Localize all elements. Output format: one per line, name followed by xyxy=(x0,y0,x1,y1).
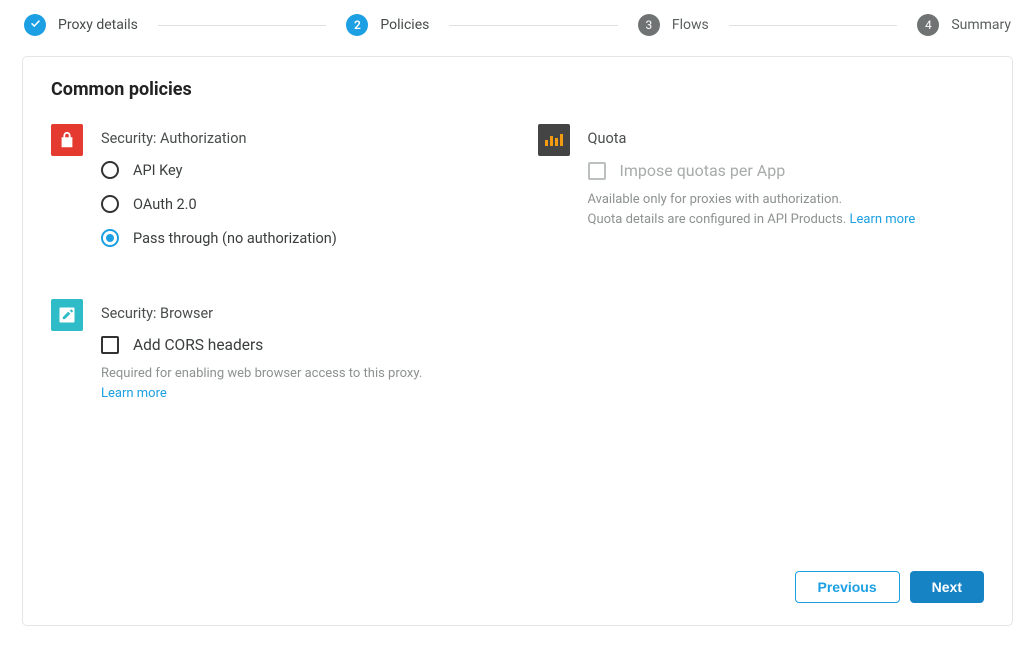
next-button[interactable]: Next xyxy=(910,571,984,603)
step-label: Policies xyxy=(380,17,429,33)
lock-icon xyxy=(51,124,83,156)
security-browser-section: Security: Browser Add CORS headers Requi… xyxy=(51,299,498,403)
learn-more-link[interactable]: Learn more xyxy=(101,386,167,401)
step-policies[interactable]: 2 Policies xyxy=(346,14,429,36)
radio-icon xyxy=(101,161,119,179)
step-number-icon: 4 xyxy=(917,14,939,36)
right-column: Quota Impose quotas per App Available on… xyxy=(538,124,985,439)
step-label: Summary xyxy=(951,17,1011,33)
step-proxy-details[interactable]: Proxy details xyxy=(24,14,138,36)
radio-label: API Key xyxy=(133,162,183,179)
radio-label: OAuth 2.0 xyxy=(133,196,197,213)
check-icon xyxy=(24,14,46,36)
step-flows[interactable]: 3 Flows xyxy=(638,14,709,36)
page-title: Common policies xyxy=(51,79,984,100)
radio-label: Pass through (no authorization) xyxy=(133,230,337,247)
radio-passthrough[interactable]: Pass through (no authorization) xyxy=(101,229,498,247)
step-connector xyxy=(158,25,327,26)
content-grid: Security: Authorization API Key OAuth 2.… xyxy=(51,124,984,439)
checkbox-icon xyxy=(101,336,119,354)
checkbox-add-cors[interactable]: Add CORS headers xyxy=(101,336,498,354)
checkbox-label: Add CORS headers xyxy=(133,336,263,354)
pencil-icon xyxy=(51,299,83,331)
wizard-stepper: Proxy details 2 Policies 3 Flows 4 Summa… xyxy=(22,14,1013,36)
left-column: Security: Authorization API Key OAuth 2.… xyxy=(51,124,498,439)
previous-button[interactable]: Previous xyxy=(795,571,900,603)
bar-chart-icon xyxy=(538,124,570,156)
step-summary[interactable]: 4 Summary xyxy=(917,14,1011,36)
radio-icon xyxy=(101,229,119,247)
radio-oauth[interactable]: OAuth 2.0 xyxy=(101,195,498,213)
section-title: Security: Authorization xyxy=(101,124,498,147)
helper-text: Available only for proxies with authoriz… xyxy=(588,190,985,229)
step-connector xyxy=(449,25,618,26)
step-label: Proxy details xyxy=(58,17,138,33)
checkbox-impose-quotas: Impose quotas per App xyxy=(588,161,985,180)
checkbox-label: Impose quotas per App xyxy=(620,161,786,180)
step-number-icon: 3 xyxy=(638,14,660,36)
radio-icon xyxy=(101,195,119,213)
helper-text: Required for enabling web browser access… xyxy=(101,364,498,403)
section-title: Security: Browser xyxy=(101,299,498,322)
step-label: Flows xyxy=(672,17,709,33)
learn-more-link[interactable]: Learn more xyxy=(849,212,915,227)
radio-api-key[interactable]: API Key xyxy=(101,161,498,179)
security-authorization-section: Security: Authorization API Key OAuth 2.… xyxy=(51,124,498,263)
step-number-icon: 2 xyxy=(346,14,368,36)
section-title: Quota xyxy=(588,124,985,147)
step-connector xyxy=(729,25,898,26)
quota-section: Quota Impose quotas per App Available on… xyxy=(538,124,985,229)
wizard-footer: Previous Next xyxy=(51,551,984,603)
policies-card: Common policies Security: Authorization … xyxy=(22,56,1013,626)
checkbox-icon xyxy=(588,162,606,180)
